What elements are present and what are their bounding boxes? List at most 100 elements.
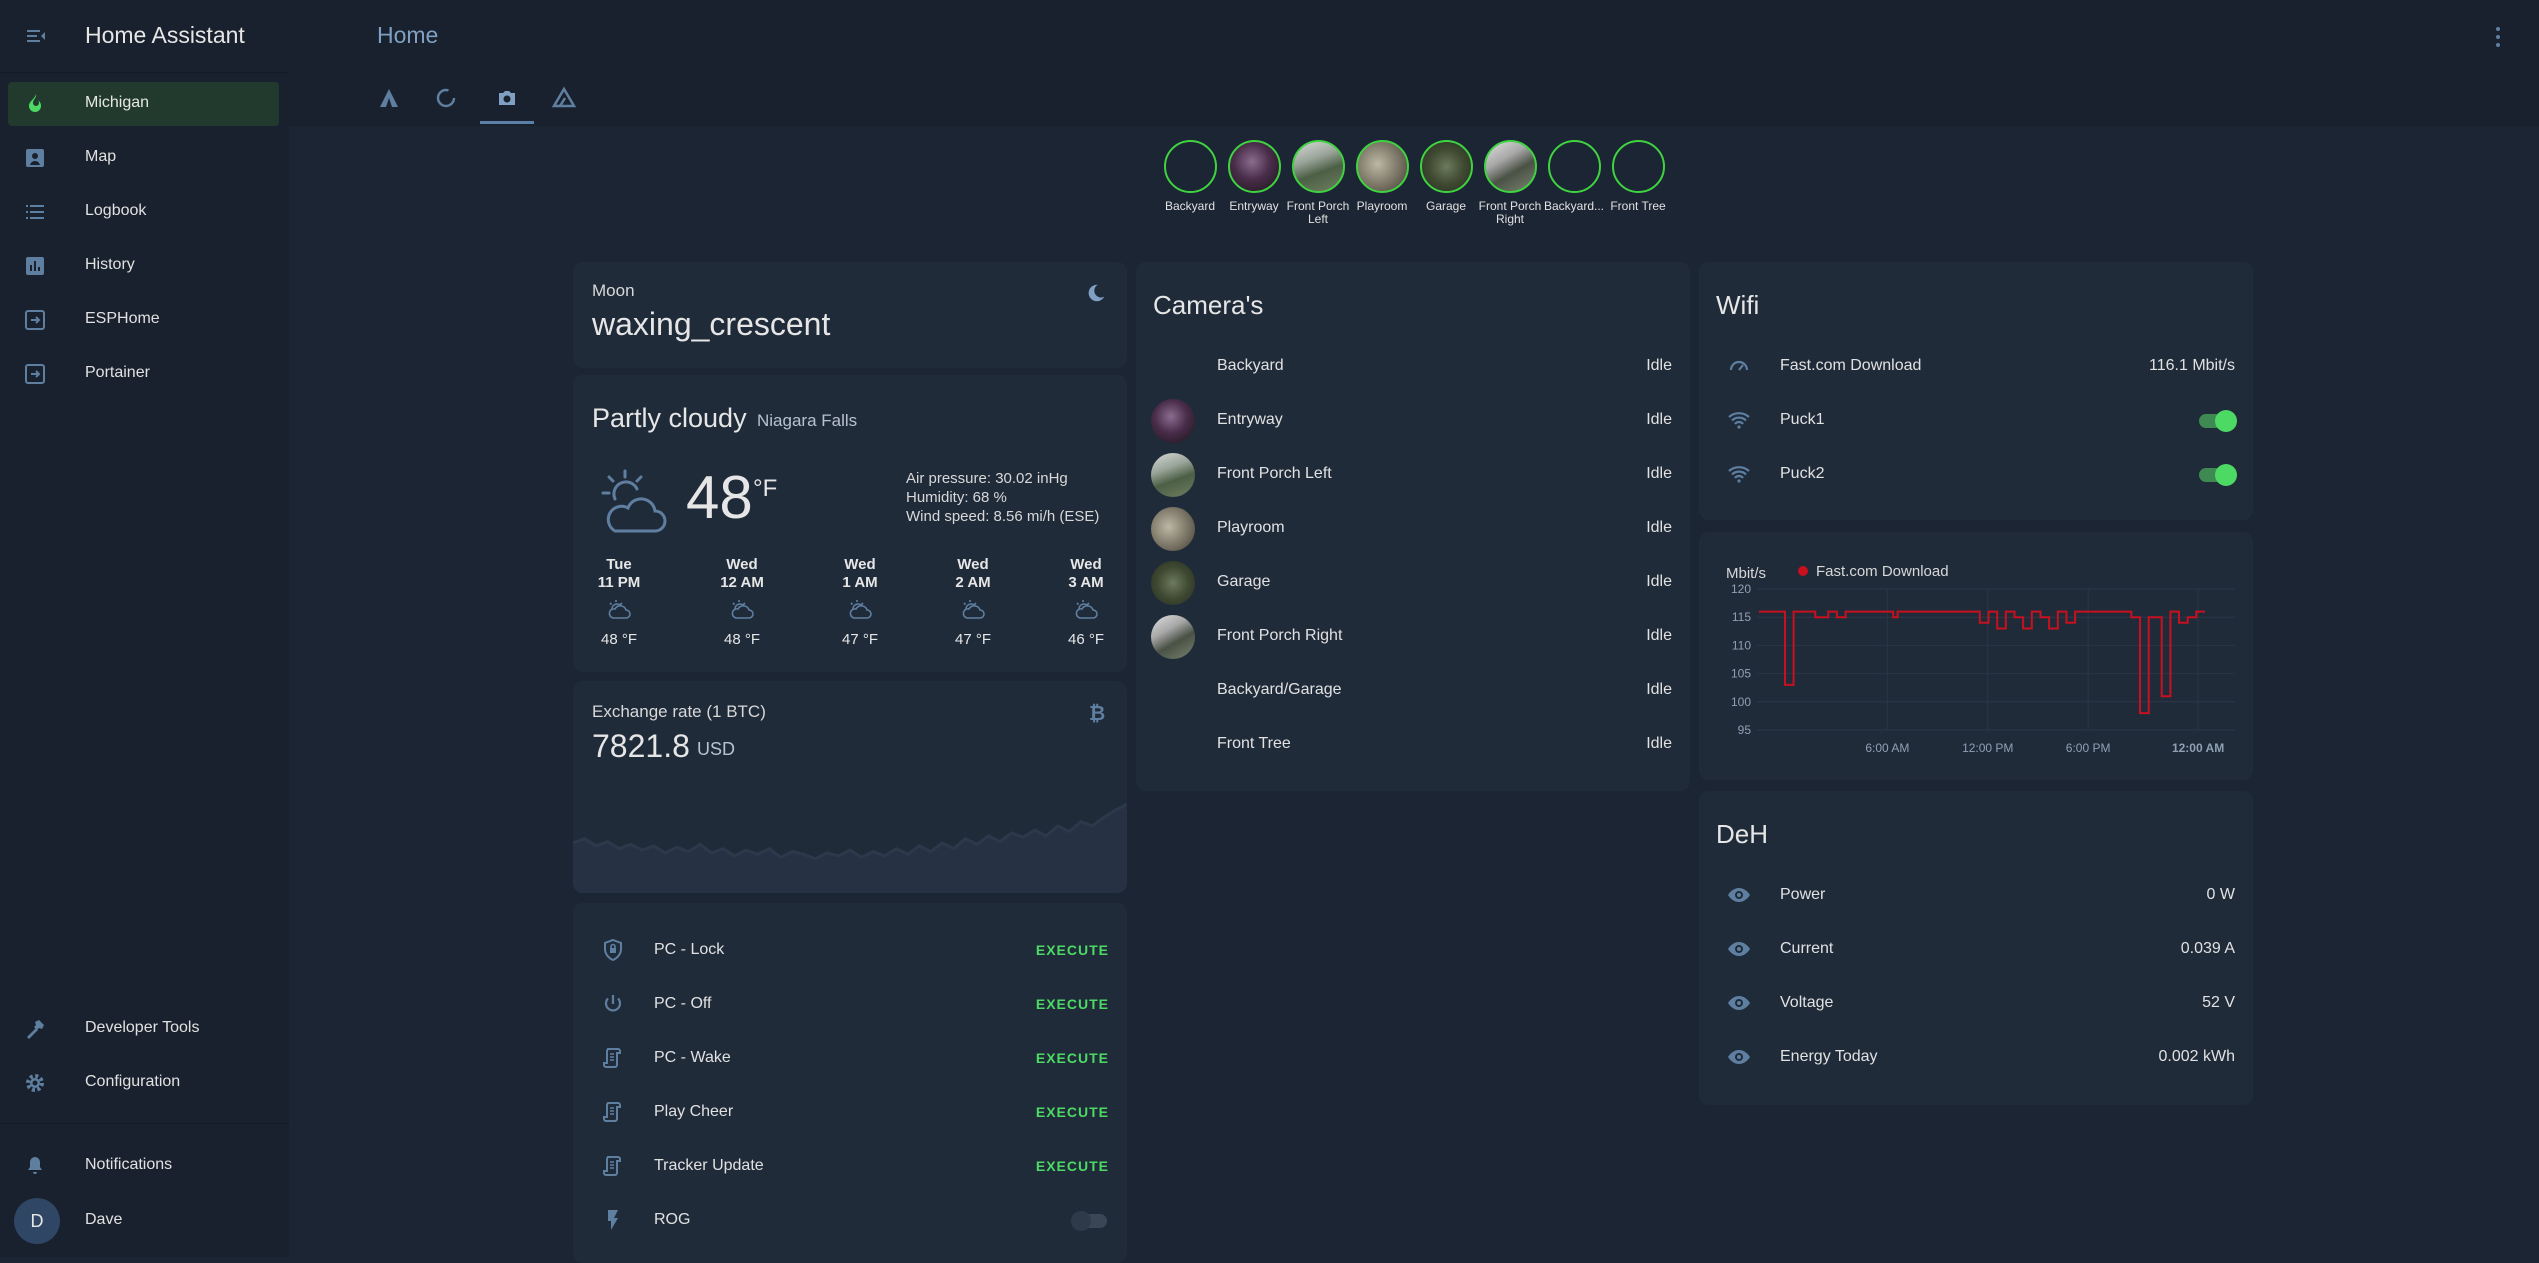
camera-bubble-label: Backyard... — [1543, 199, 1605, 213]
forecast-day: Wed — [726, 556, 758, 573]
chart-ylabel: Mbit/s — [1726, 565, 1766, 582]
y-tick-label: 100 — [1731, 695, 1751, 709]
y-tick-label: 105 — [1731, 667, 1751, 681]
tab-camera[interactable] — [480, 76, 534, 124]
sidebar-item-label: ESPHome — [85, 310, 160, 327]
camera-bubble-front-porch-left[interactable]: Front Porch Left — [1286, 140, 1350, 226]
tab-delta[interactable] — [362, 76, 416, 124]
forecast-time: 11 PM — [597, 574, 641, 591]
rog-toggle[interactable] — [1071, 1209, 1111, 1231]
sidebar-item-portainer[interactable]: Portainer — [8, 352, 279, 396]
execute-button[interactable]: EXECUTE — [1036, 1104, 1109, 1120]
sidebar-item-notifications[interactable]: Notifications — [8, 1144, 279, 1188]
x-tick-label: 6:00 PM — [2066, 741, 2111, 755]
weather-wind-speed: Wind speed: 8.56 mi/h (ESE) — [906, 508, 1100, 525]
sidebar-item-map[interactable]: Map — [8, 136, 279, 180]
wifi-icon — [1728, 466, 1750, 483]
weather-condition: Partly cloudy — [592, 403, 747, 433]
x-tick-label: 12:00 PM — [1962, 741, 2013, 755]
camera-row-name: Front Tree — [1217, 735, 1291, 752]
forecast-time: 12 AM — [720, 574, 764, 591]
legend-swatch — [1798, 566, 1808, 576]
page-title: Home — [377, 22, 439, 48]
camera-thumbnail — [1151, 615, 1195, 659]
menu-open-icon[interactable] — [24, 24, 48, 48]
camera-row-state: Idle — [1646, 519, 1672, 536]
camera-bubble-playroom[interactable]: Playroom — [1350, 140, 1414, 213]
more-vert-icon[interactable] — [2495, 26, 2501, 48]
sidebar-item-history[interactable]: History — [8, 244, 279, 288]
camera-bubble-front-porch-right[interactable]: Front Porch Right — [1478, 140, 1542, 226]
camera-thumbnail — [1151, 453, 1195, 497]
sidebar-item-label: Configuration — [85, 1073, 181, 1090]
moon-card[interactable]: Moon waxing_crescent — [573, 262, 1127, 368]
scripts-card: PC - Lock EXECUTE PC - Off EXECUTE PC - Wake… — [573, 903, 1127, 1263]
forecast-item: Wed 1 AM 47 °F — [815, 556, 905, 648]
sidebar-item-label: Map — [85, 148, 117, 165]
forecast-temp: 48 °F — [600, 631, 637, 648]
user-name[interactable]: Dave — [85, 1211, 122, 1229]
wifi-title: Wifi — [1716, 290, 1760, 320]
camera-row-name: Entryway — [1217, 411, 1283, 428]
wifi-row-name: Puck2 — [1780, 465, 1825, 482]
sidebar-item-michigan[interactable]: Michigan — [8, 82, 279, 126]
sidebar-item-logbook[interactable]: Logbook — [8, 190, 279, 234]
camera-bubble-front-tree[interactable]: Front Tree — [1606, 140, 1670, 213]
eye-icon — [1728, 996, 1750, 1010]
sidebar-item-configuration[interactable]: Configuration — [8, 1061, 279, 1105]
power-icon — [604, 995, 622, 1012]
cameras-title: Camera's — [1153, 290, 1264, 320]
toggle-knob — [2215, 410, 2237, 432]
puck1-toggle[interactable] — [2197, 409, 2237, 432]
toggle-knob — [2215, 464, 2237, 486]
loading-icon — [436, 88, 456, 108]
history-chart: Mbit/s Fast.com Download 95 100 105 110 115 120… — [1726, 563, 2235, 755]
script-row-name: PC - Off — [654, 995, 712, 1012]
login-icon — [25, 364, 45, 384]
wifi-row-name: Puck1 — [1780, 411, 1825, 428]
deh-row-name: Power — [1780, 886, 1826, 903]
camera-bubble-backyard-garage[interactable]: Backyard... — [1542, 140, 1606, 213]
partly-cloudy-icon — [1075, 600, 1098, 619]
execute-button[interactable]: EXECUTE — [1036, 1158, 1109, 1174]
camera-thumbnail — [1355, 140, 1409, 193]
sidebar-item-esphome[interactable]: ESPHome — [8, 298, 279, 342]
execute-button[interactable]: EXECUTE — [1036, 1050, 1109, 1066]
camera-thumbnail — [1291, 140, 1345, 193]
puck2-toggle[interactable] — [2197, 463, 2237, 486]
camera-row-state: Idle — [1646, 411, 1672, 428]
camera-icon — [499, 91, 515, 105]
camera-bubble-garage[interactable]: Garage — [1414, 140, 1478, 213]
sidebar-item-label: Notifications — [85, 1156, 173, 1173]
script-row-name: PC - Wake — [654, 1049, 731, 1066]
camera-bubble-label: Entryway — [1229, 199, 1279, 213]
y-tick-label: 115 — [1732, 610, 1751, 624]
history-graph-card[interactable]: Mbit/s Fast.com Download 95 100 105 110 115 120… — [1699, 532, 2253, 780]
deh-row-name: Voltage — [1780, 994, 1834, 1011]
sidebar-item-developer-tools[interactable]: Developer Tools — [8, 1007, 279, 1051]
camera-thumbnail — [1227, 140, 1281, 193]
script-row-name: ROG — [654, 1211, 691, 1228]
execute-button[interactable]: EXECUTE — [1036, 996, 1109, 1012]
series-line — [1759, 610, 2205, 715]
tab-loading[interactable] — [419, 76, 473, 124]
tab-triangle[interactable] — [537, 76, 591, 124]
exchange-rate-card[interactable]: Exchange rate (1 BTC) 7821.8 USD ₿ — [573, 681, 1127, 893]
forecast-item: Wed 12 AM 48 °F — [697, 556, 787, 648]
weather-air-pressure: Air pressure: 30.02 inHg — [906, 470, 1068, 487]
execute-button[interactable]: EXECUTE — [1036, 942, 1109, 958]
camera-bubble-entryway[interactable]: Entryway — [1222, 140, 1286, 213]
sidebar: Home Assistant Michigan Map Logbook Hist… — [0, 0, 289, 1257]
camera-bubble-backyard[interactable]: Backyard — [1158, 140, 1222, 213]
camera-row-name: Garage — [1217, 573, 1271, 590]
deh-card: DeH Power 0 W Current 0.039 A Voltage 52 V Ene… — [1699, 791, 2253, 1105]
forecast-time: 2 AM — [955, 574, 991, 591]
sidebar-item-label: Logbook — [85, 202, 147, 219]
camera-bubble-label: Garage — [1425, 199, 1467, 213]
forecast-temp: 46 °F — [1067, 631, 1104, 648]
bitcoin-icon: ₿ — [1089, 701, 1105, 725]
camera-row-state: Idle — [1646, 627, 1672, 644]
deh-row-value: 0.002 kWh — [2158, 1048, 2235, 1065]
avatar[interactable]: D — [14, 1198, 60, 1244]
camera-bubble-label: Backyard — [1164, 199, 1216, 213]
